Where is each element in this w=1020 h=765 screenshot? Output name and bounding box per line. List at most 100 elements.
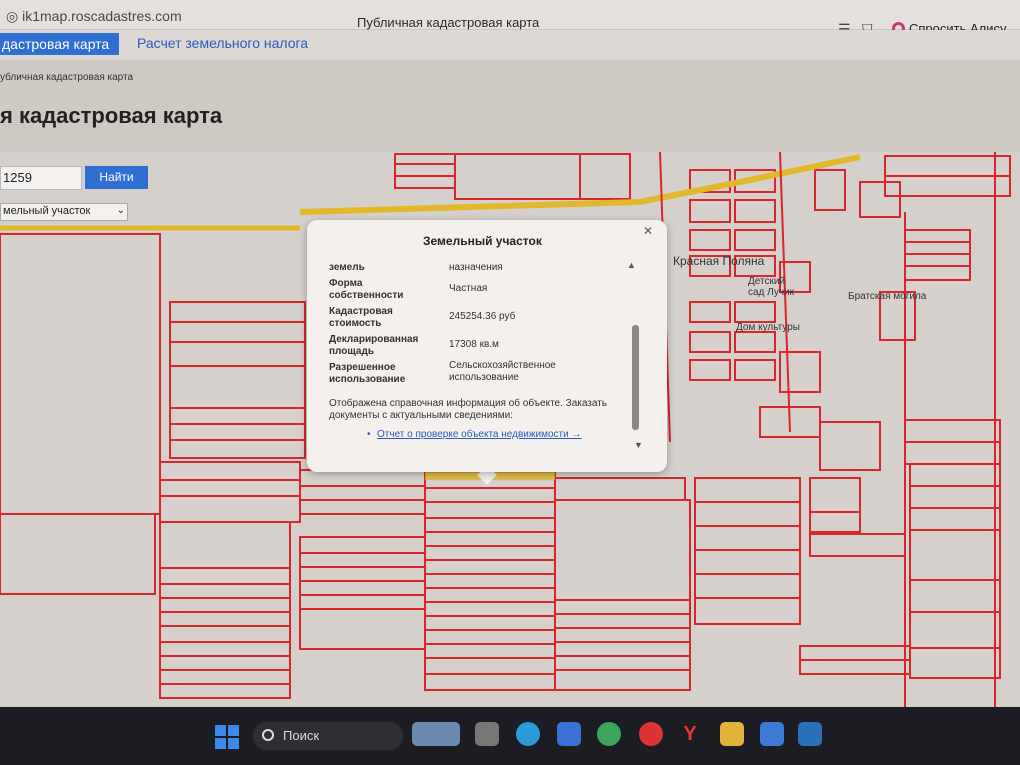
parcel: [299, 469, 426, 487]
task-view-icon[interactable]: [475, 722, 499, 746]
popup-scrollbar[interactable]: [632, 325, 639, 430]
parcel: [0, 233, 161, 515]
parcel: [159, 461, 301, 481]
bullet-icon: •: [367, 429, 371, 440]
object-type-value: мельный участок: [3, 205, 91, 217]
building: [814, 169, 846, 211]
building: [734, 199, 776, 223]
object-type-select[interactable]: мельный участок ⌄: [0, 203, 128, 221]
field-value: 17308 кв.м: [449, 339, 499, 350]
telegram-icon[interactable]: [798, 722, 822, 746]
parcel: [159, 641, 291, 657]
map-label-kindergarten: Детский сад Лучик: [748, 276, 795, 298]
parcel: [169, 423, 306, 441]
parcel: [424, 517, 556, 533]
scroll-down-icon[interactable]: ▼: [634, 440, 643, 450]
building: [689, 359, 731, 381]
field-value: 245254.36 руб: [449, 311, 516, 322]
notification-app-icon[interactable]: [639, 722, 663, 746]
edge-icon[interactable]: [516, 722, 540, 746]
parcel: [799, 659, 911, 675]
parcel: [554, 669, 691, 691]
building: [734, 359, 776, 381]
parcel: [904, 229, 971, 243]
parcel: [424, 629, 556, 645]
messenger-icon[interactable]: [597, 722, 621, 746]
parcel: [909, 529, 1001, 581]
building: [689, 199, 731, 223]
nav-link-tax[interactable]: Расчет земельного налога: [137, 35, 308, 51]
parcel: [884, 155, 1011, 177]
building: [779, 351, 821, 393]
widgets-icon[interactable]: [412, 722, 460, 746]
address-bar[interactable]: ◎ ik1map.roscadastres.com: [6, 8, 182, 25]
search-button[interactable]: Найти: [85, 166, 148, 189]
parcel: [694, 501, 801, 527]
report-link[interactable]: Отчет о проверке объекта недвижимости →: [377, 429, 582, 440]
parcel: [809, 511, 861, 533]
parcel: [0, 513, 156, 595]
parcel: [454, 153, 581, 200]
windows-start-icon[interactable]: [215, 725, 239, 749]
parcel: [909, 579, 1001, 613]
parcel: [159, 683, 291, 699]
field-value: назначения: [449, 262, 503, 273]
parcel: [579, 153, 631, 200]
parcel: [299, 536, 426, 554]
parcel: [904, 241, 971, 255]
close-icon[interactable]: ✕: [643, 224, 653, 238]
parcel: [159, 625, 291, 643]
parcel: [554, 655, 691, 671]
nav-tab-map[interactable]: дастровая карта: [0, 33, 120, 55]
parcel: [799, 645, 911, 661]
store-icon[interactable]: [557, 722, 581, 746]
app-icon[interactable]: [760, 722, 784, 746]
parcel: [299, 485, 426, 501]
browser-toolbar: ◎ ik1map.roscadastres.com Публичная када…: [0, 0, 1020, 51]
popup-note: Отображена справочная информация об объе…: [329, 398, 608, 421]
scroll-up-icon[interactable]: ▲: [627, 260, 636, 270]
parcel: [394, 163, 456, 177]
popup-title: Земельный участок: [423, 234, 542, 248]
map-label-grave: Братская могила: [848, 291, 927, 302]
parcel: [904, 253, 971, 267]
breadcrumb[interactable]: убличная кадастровая карта: [0, 72, 133, 83]
building: [734, 229, 776, 251]
tab-title: Публичная кадастровая карта: [357, 15, 540, 30]
parcel: [909, 507, 1001, 531]
parcel-info-popup: Земельный участок ✕ ▲ ▼ земель назначени…: [307, 220, 667, 472]
parcel: [909, 647, 1001, 679]
map-label-place: Красная Поляна: [673, 254, 765, 268]
search-input[interactable]: 1259: [0, 166, 82, 190]
parcel: [694, 573, 801, 599]
parcel: [809, 533, 906, 557]
parcel: [424, 673, 556, 691]
page-title: я кадастровая карта: [0, 103, 223, 128]
folder-icon[interactable]: [720, 722, 744, 746]
parcel: [424, 601, 556, 617]
building: [734, 331, 776, 353]
parcel: [169, 365, 306, 409]
parcel: [169, 439, 306, 459]
parcel: [159, 655, 291, 671]
parcel: [694, 549, 801, 575]
chevron-down-icon: ⌄: [116, 205, 125, 216]
parcel: [424, 615, 556, 631]
yandex-icon[interactable]: Y: [678, 722, 702, 746]
parcel: [694, 525, 801, 551]
search-icon: [262, 729, 274, 741]
field-label: Форма собственности: [329, 278, 404, 301]
parcel: [424, 643, 556, 659]
parcel: [554, 641, 691, 657]
parcel: [424, 657, 556, 675]
taskbar-search[interactable]: Поиск: [253, 722, 403, 750]
parcel: [159, 567, 291, 585]
parcel: [169, 341, 306, 367]
parcel: [424, 559, 556, 575]
parcel: [694, 477, 801, 503]
parcel: [554, 477, 686, 501]
field-label: земель: [329, 262, 365, 273]
field-value: Сельскохозяйственное использование: [449, 360, 556, 383]
building: [734, 301, 776, 323]
field-label: Кадастровая стоимость: [329, 306, 393, 329]
